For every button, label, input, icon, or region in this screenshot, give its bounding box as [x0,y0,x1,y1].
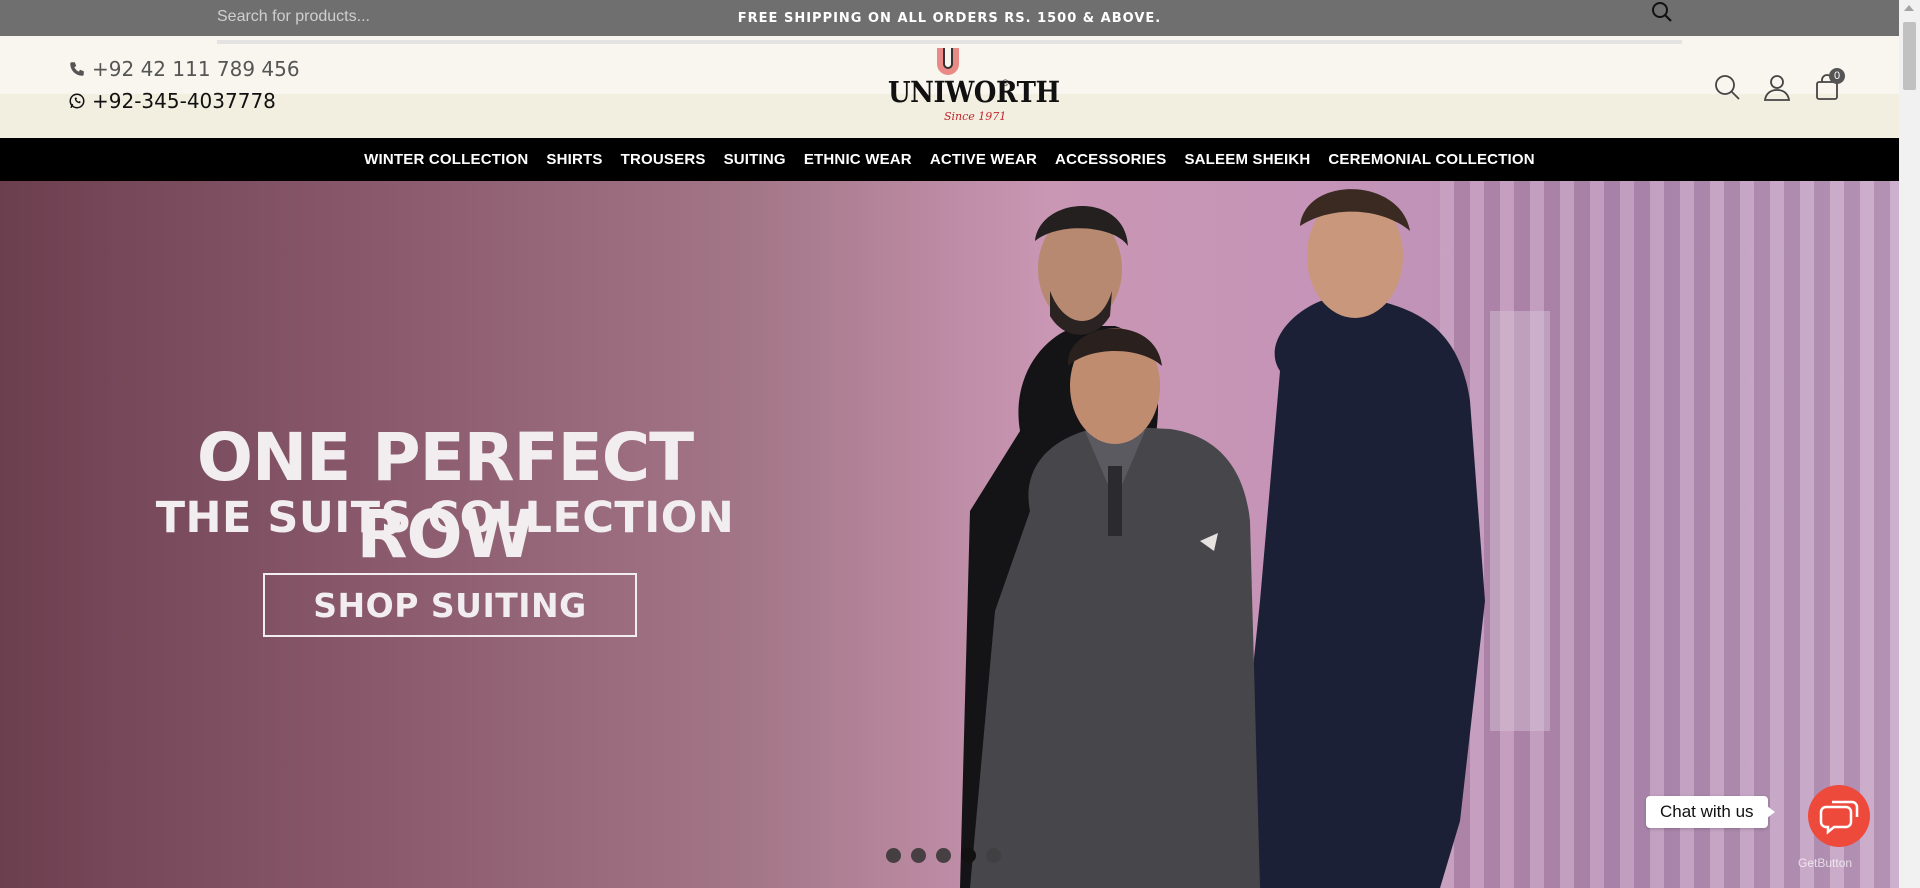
chat-button[interactable] [1808,785,1870,847]
slider-pagination [886,848,1001,863]
whatsapp-link[interactable]: +92-345-4037778 [68,89,276,113]
header-search-icon[interactable] [1712,72,1742,102]
uniworth-logo[interactable]: UNIWORTH ® Since 1971 [882,48,1060,128]
search-icon[interactable] [1650,1,1674,25]
nav-item-active-wear[interactable]: ACTIVE WEAR [930,151,1037,168]
nav-item-shirts[interactable]: SHIRTS [546,151,602,168]
main-nav: WINTER COLLECTION SHIRTS TROUSERS SUITIN… [0,138,1899,181]
logo-u-mark [937,48,959,75]
getbutton-brand[interactable]: GetButton [1798,856,1852,870]
logo-wordmark: UNIWORTH [888,76,1060,110]
slide-dot[interactable] [911,848,926,863]
phone-link[interactable]: +92 42 111 789 456 [68,57,300,81]
slide-dot-active[interactable] [961,848,976,863]
nav-item-suiting[interactable]: SUITING [724,151,786,168]
nav-item-winter-collection[interactable]: WINTER COLLECTION [364,151,528,168]
logo-since: Since 1971 [944,110,1007,123]
whatsapp-icon [69,93,85,109]
slide-dot[interactable] [886,848,901,863]
chat-label[interactable]: Chat with us [1646,796,1775,828]
models-photo [960,189,1550,888]
nav-item-ceremonial-collection[interactable]: CEREMONIAL COLLECTION [1328,151,1534,168]
account-icon[interactable] [1762,72,1792,102]
slide-dot[interactable] [936,848,951,863]
scroll-up-arrow-icon[interactable] [1904,5,1914,11]
nav-item-trousers[interactable]: TROUSERS [621,151,706,168]
nav-item-saleem-sheikh[interactable]: SALEEM SHEIKH [1184,151,1310,168]
hero-slider[interactable]: ONE PERFECT ROW THE SUITS COLLECTION SHO… [0,181,1899,888]
shipping-banner: FREE SHIPPING ON ALL ORDERS RS. 1500 & A… [737,11,1162,26]
phone-icon [70,62,84,76]
slide-dot[interactable] [986,848,1001,863]
page-scrollbar[interactable] [1899,0,1920,888]
chat-icon [1819,800,1859,835]
cart-count-badge: 0 [1829,68,1845,84]
site-header: +92 42 111 789 456 +92-345-4037778 UNIWO… [0,36,1899,138]
logo-registered: ® [1002,78,1009,88]
top-bar: FREE SHIPPING ON ALL ORDERS RS. 1500 & A… [0,0,1899,36]
whatsapp-number: +92-345-4037778 [92,89,276,113]
shop-suiting-button[interactable]: SHOP SUITING [263,573,637,637]
nav-item-ethnic-wear[interactable]: ETHNIC WEAR [804,151,912,168]
nav-item-accessories[interactable]: ACCESSORIES [1055,151,1166,168]
search-dropdown-edge [217,40,1682,44]
scrollbar-thumb[interactable] [1903,22,1916,90]
hero-subtitle: THE SUITS COLLECTION [155,493,735,543]
phone-number: +92 42 111 789 456 [92,57,300,81]
